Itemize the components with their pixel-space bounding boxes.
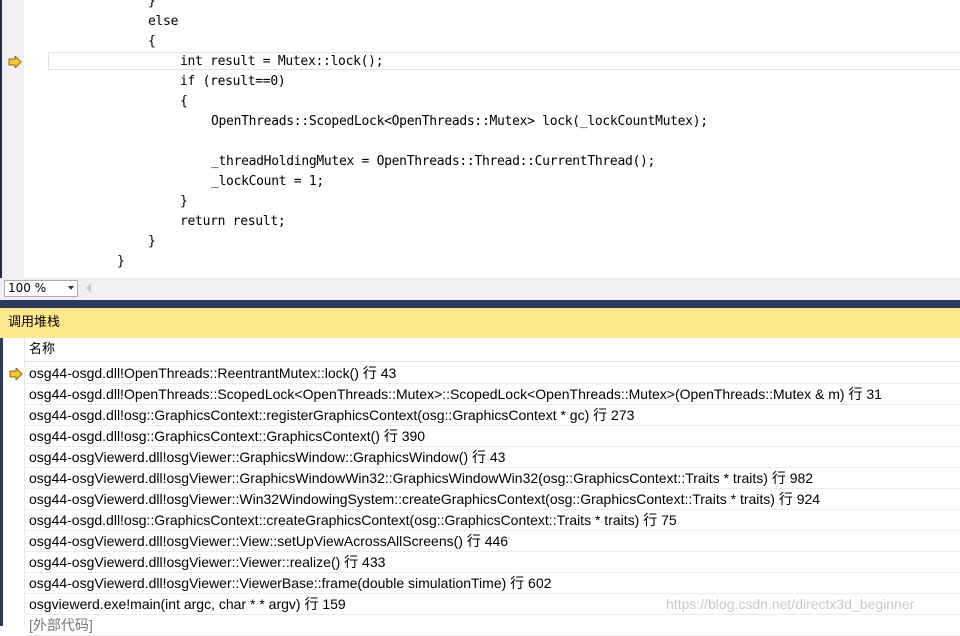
current-frame-arrow-icon: [9, 368, 23, 380]
call-stack-row[interactable]: osg44-osgd.dll!osg::GraphicsContext::Gra…: [25, 426, 960, 447]
code-line: else: [148, 14, 179, 29]
frame-indicator-column: [3, 338, 25, 626]
call-stack-row[interactable]: osg44-osgViewerd.dll!osgViewer::Win32Win…: [25, 489, 960, 510]
current-statement-arrow-icon: [8, 56, 22, 68]
code-line: }: [117, 254, 125, 269]
code-line: if (result==0): [180, 74, 286, 89]
call-stack-row[interactable]: osg44-osgViewerd.dll!osgViewer::Graphics…: [25, 468, 960, 489]
chevron-down-icon: [68, 286, 74, 290]
scroll-left-icon[interactable]: [86, 283, 91, 293]
window-edge: [0, 0, 2, 300]
code-line: }: [148, 234, 156, 249]
code-line: _threadHoldingMutex = OpenThreads::Threa…: [211, 154, 656, 169]
panel-splitter[interactable]: [0, 300, 960, 308]
editor-status-strip: [0, 278, 960, 300]
code-line: {: [148, 34, 156, 49]
call-stack-row[interactable]: osg44-osgd.dll!OpenThreads::ReentrantMut…: [25, 363, 960, 384]
call-stack-title[interactable]: 调用堆栈: [0, 308, 960, 338]
code-line: int result = Mutex::lock();: [180, 54, 384, 69]
code-line: }: [148, 0, 156, 9]
code-line: {: [180, 94, 188, 109]
call-stack-row[interactable]: osg44-osgViewerd.dll!osgViewer::Graphics…: [25, 447, 960, 468]
code-line: OpenThreads::ScopedLock<OpenThreads::Mut…: [211, 114, 708, 129]
indicator-margin[interactable]: [2, 0, 24, 278]
code-editor[interactable]: } else { int result = Mutex::lock(); if …: [0, 0, 960, 278]
code-line: _lockCount = 1;: [211, 174, 324, 189]
watermark: https://blog.csdn.net/directx3d_beginner: [666, 596, 915, 612]
call-stack-row[interactable]: osg44-osgd.dll!osg::GraphicsContext::cre…: [25, 510, 960, 531]
call-stack-row[interactable]: osg44-osgViewerd.dll!osgViewer::View::se…: [25, 531, 960, 552]
zoom-dropdown[interactable]: 100 %: [4, 280, 78, 297]
zoom-value: 100 %: [8, 281, 47, 295]
column-header-name[interactable]: 名称: [25, 338, 960, 362]
code-line: return result;: [180, 214, 286, 229]
code-line: }: [180, 194, 188, 209]
call-stack-row[interactable]: osg44-osgViewerd.dll!osgViewer::ViewerBa…: [25, 573, 960, 594]
call-stack-row[interactable]: osg44-osgd.dll!osg::GraphicsContext::reg…: [25, 405, 960, 426]
call-stack-row[interactable]: osg44-osgd.dll!OpenThreads::ScopedLock<O…: [25, 384, 960, 405]
call-stack-row[interactable]: osg44-osgViewerd.dll!osgViewer::Viewer::…: [25, 552, 960, 573]
